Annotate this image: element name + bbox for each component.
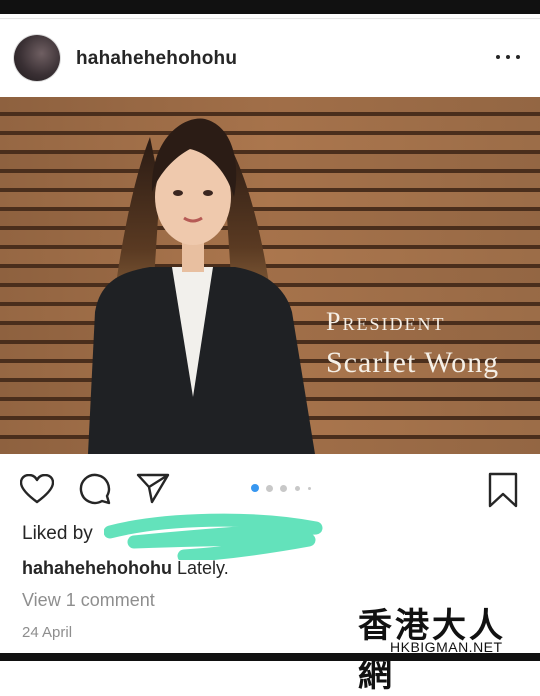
bottom-black-bar (0, 653, 540, 661)
photo-overlay-role: President (326, 307, 446, 336)
photo-illustration (0, 97, 540, 454)
redaction-marker (104, 513, 323, 560)
post-photo[interactable]: President Scarlet Wong (0, 97, 540, 454)
share-icon[interactable] (136, 472, 170, 504)
view-comments-link[interactable]: View 1 comment (22, 590, 155, 611)
comment-icon[interactable] (78, 472, 112, 506)
caption-username[interactable]: hahahehehohohu (22, 558, 172, 578)
post-date: 24 April (22, 624, 73, 641)
more-options-icon[interactable] (494, 49, 522, 65)
photo-overlay-name: Scarlet Wong (326, 346, 500, 379)
heart-icon[interactable] (20, 474, 54, 504)
post-header: hahahehehohohu (0, 19, 540, 97)
caption-text: Lately. (177, 558, 229, 578)
top-black-bar (0, 0, 540, 14)
post-username[interactable]: hahahehehohohu (76, 48, 237, 70)
post-caption: hahahehehohohu Lately. (22, 558, 229, 579)
bookmark-icon[interactable] (488, 472, 518, 508)
avatar[interactable] (14, 35, 60, 81)
likes-text: Liked by (22, 523, 93, 544)
